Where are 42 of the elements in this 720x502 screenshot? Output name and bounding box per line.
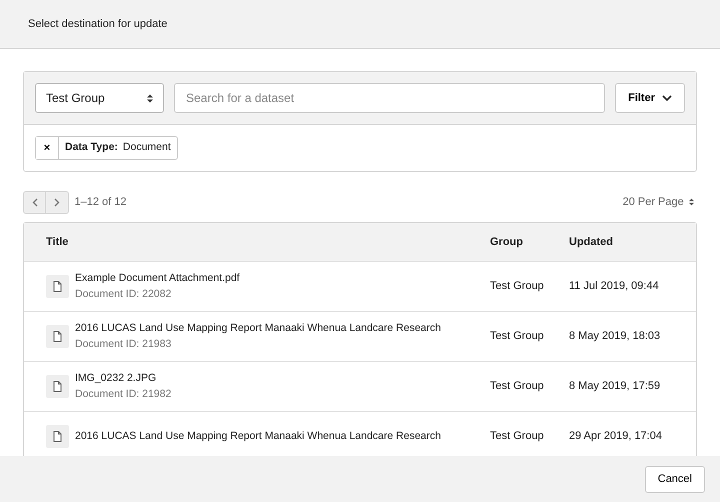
document-icon bbox=[46, 375, 69, 398]
chevron-left-icon bbox=[32, 198, 38, 206]
chevron-down-icon bbox=[662, 95, 672, 101]
document-icon bbox=[46, 425, 69, 448]
dataset-title[interactable]: IMG_0232 2.JPG bbox=[75, 370, 172, 386]
dataset-title[interactable]: Example Document Attachment.pdf bbox=[75, 270, 240, 286]
filter-button[interactable]: Filter bbox=[615, 83, 685, 113]
per-page-select[interactable]: 20 Per Page bbox=[622, 194, 694, 210]
cancel-button[interactable]: Cancel bbox=[644, 466, 705, 492]
page-range: 1–12 of 12 bbox=[74, 194, 126, 210]
table-row[interactable]: IMG_0232 2.JPG Document ID: 21982 Test Group 8 May 2019, 17:59 bbox=[24, 361, 696, 411]
sort-caret-icon bbox=[147, 94, 153, 102]
sort-caret-icon bbox=[689, 198, 694, 206]
filter-label: Data Type: bbox=[65, 140, 118, 156]
document-id: Document ID: 21983 bbox=[75, 336, 172, 352]
chevron-right-icon bbox=[54, 198, 60, 206]
column-header: Updated bbox=[569, 236, 613, 248]
group-name: Test Group bbox=[490, 430, 544, 442]
search-field[interactable]: Search for a dataset bbox=[174, 83, 606, 113]
column-header: Group bbox=[490, 236, 523, 248]
document-icon bbox=[46, 275, 69, 298]
dataset-title[interactable]: 2016 LUCAS Land Use Mapping Report Manaaki Whenua Landcare Research bbox=[75, 428, 441, 444]
filter-value: Document bbox=[122, 140, 171, 156]
group-select[interactable]: Test Group bbox=[35, 83, 164, 113]
previous-page-button[interactable] bbox=[23, 190, 46, 214]
table-row[interactable]: Example Document Attachment.pdf Document ID: 22082 Test Group 11 Jul 2019, 09:44 bbox=[24, 261, 696, 311]
table-row[interactable]: 2016 LUCAS Land Use Mapping Report Manaaki Whenua Landcare Research Document ID: 21983 Test Group 8 May 2019, 18:03 bbox=[24, 311, 696, 361]
updated-date: 29 Apr 2019, 17:04 bbox=[569, 430, 662, 442]
next-page-button[interactable] bbox=[46, 190, 69, 214]
dialog-title: Select destination for update bbox=[28, 16, 168, 32]
group-name: Test Group bbox=[490, 380, 544, 392]
dataset-title[interactable]: 2016 LUCAS Land Use Mapping Report Manaaki Whenua Landcare Research bbox=[75, 320, 441, 336]
updated-date: 8 May 2019, 17:59 bbox=[569, 380, 660, 392]
document-icon bbox=[46, 325, 69, 348]
updated-date: 11 Jul 2019, 09:44 bbox=[569, 280, 659, 292]
group-name: Test Group bbox=[490, 280, 544, 292]
remove-filter-button[interactable]: × bbox=[36, 137, 59, 159]
group-name: Test Group bbox=[490, 330, 544, 342]
column-header: Title bbox=[46, 234, 68, 250]
updated-date: 8 May 2019, 18:03 bbox=[569, 330, 660, 342]
document-id: Document ID: 21982 bbox=[75, 386, 172, 402]
document-id: Document ID: 22082 bbox=[75, 286, 172, 302]
